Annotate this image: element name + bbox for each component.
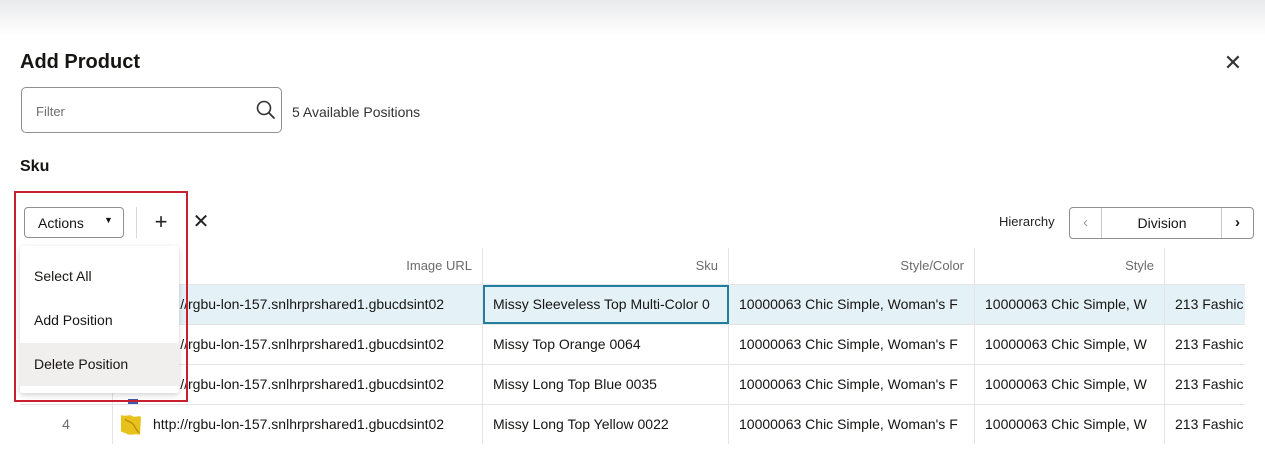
table-row[interactable]: 2 http://rgbu-lon-157.snlhrprshared1.gbu…	[20, 324, 1245, 364]
extra-cell[interactable]: 213 Fashic	[1165, 325, 1245, 364]
toolbar-divider	[136, 207, 137, 238]
style-cell[interactable]: 10000063 Chic Simple, W	[975, 285, 1165, 324]
hierarchy-label: Hierarchy	[999, 214, 1055, 229]
close-icon[interactable]: ✕	[1222, 52, 1244, 74]
product-thumbnail-icon	[121, 415, 141, 435]
table-row[interactable]: 3 http://rgbu-lon-157.snlhrprshared1.gbu…	[20, 364, 1245, 405]
actions-dropdown-menu: Select All Add Position Delete Position	[20, 246, 179, 393]
column-header-sku[interactable]: Sku	[483, 248, 729, 284]
style-cell[interactable]: 10000063 Chic Simple, W	[975, 405, 1165, 444]
actions-menu-button[interactable]: Actions ▼	[24, 207, 124, 238]
style-color-cell[interactable]: 10000063 Chic Simple, Woman's F	[729, 325, 975, 364]
hierarchy-value[interactable]: Division	[1102, 208, 1222, 238]
hierarchy-selector: ‹ Division ›	[1069, 207, 1254, 239]
filter-input[interactable]	[34, 100, 243, 122]
add-icon[interactable]: +	[151, 209, 171, 235]
style-cell[interactable]: 10000063 Chic Simple, W	[975, 365, 1165, 404]
sku-table: Image URL Sku Style/Color Style 1 http:/…	[20, 248, 1245, 446]
table-row[interactable]: 4 http://rgbu-lon-157.snlhrprshared1.gbu…	[20, 404, 1245, 444]
extra-cell[interactable]: 213 Fashic	[1165, 405, 1245, 444]
sku-cell[interactable]: Missy Sleeveless Top Multi-Color 0	[483, 285, 729, 324]
column-header-extra[interactable]	[1165, 248, 1245, 284]
style-color-cell[interactable]: 10000063 Chic Simple, Woman's F	[729, 365, 975, 404]
extra-cell[interactable]: 213 Fashic	[1165, 285, 1245, 324]
style-cell[interactable]: 10000063 Chic Simple, W	[975, 325, 1165, 364]
sku-cell[interactable]: Missy Long Top Yellow 0022	[483, 405, 729, 444]
available-positions-text: 5 Available Positions	[292, 104, 421, 120]
dialog-title: Add Product	[20, 51, 140, 73]
caret-down-icon: ▼	[104, 215, 113, 225]
sku-cell[interactable]: Missy Top Orange 0064	[483, 325, 729, 364]
extra-cell[interactable]: 213 Fashic	[1165, 365, 1245, 404]
chevron-left-icon[interactable]: ‹	[1070, 208, 1102, 238]
column-header-style-color[interactable]: Style/Color	[729, 248, 975, 284]
sku-cell[interactable]: Missy Long Top Blue 0035	[483, 365, 729, 404]
menu-item-select-all[interactable]: Select All	[20, 255, 179, 298]
filter-field[interactable]	[21, 87, 282, 133]
search-icon[interactable]	[255, 99, 277, 121]
menu-item-delete-position[interactable]: Delete Position	[20, 343, 179, 386]
actions-label: Actions	[38, 215, 84, 231]
column-header-style[interactable]: Style	[975, 248, 1165, 284]
background-strip	[0, 0, 1265, 36]
section-title: Sku	[20, 158, 50, 175]
menu-item-add-position[interactable]: Add Position	[20, 299, 179, 342]
image-url-cell[interactable]: http://rgbu-lon-157.snlhrprshared1.gbucd…	[113, 405, 483, 444]
row-number: 4	[20, 405, 113, 444]
style-color-cell[interactable]: 10000063 Chic Simple, Woman's F	[729, 405, 975, 444]
table-row[interactable]: 1 http://rgbu-lon-157.snlhrprshared1.gbu…	[20, 284, 1245, 324]
style-color-cell[interactable]: 10000063 Chic Simple, Woman's F	[729, 285, 975, 324]
chevron-right-icon[interactable]: ›	[1221, 208, 1253, 238]
remove-icon[interactable]: ✕	[190, 209, 212, 235]
